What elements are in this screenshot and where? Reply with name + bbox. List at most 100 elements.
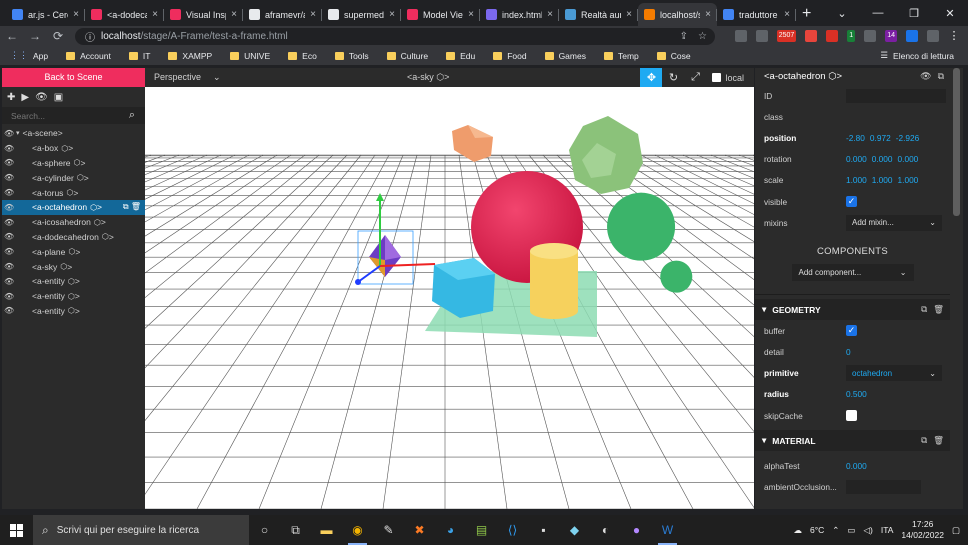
id-input[interactable] (846, 88, 946, 103)
scene-tree-item[interactable]: 👁 <a-torus ⬡ > (2, 185, 145, 200)
bookmark-folder[interactable]: Account (66, 51, 111, 61)
eye-icon[interactable]: 👁 (2, 277, 16, 286)
tab-search-icon[interactable]: ⌄ (824, 0, 860, 26)
scene-tree-item[interactable]: 👁 <a-sphere ⬡ > (2, 156, 145, 171)
browser-tab[interactable]: Visual Inspector × (164, 3, 243, 26)
eye-icon[interactable]: 👁 (2, 144, 16, 153)
scene-tree-item[interactable]: 👁 <a-box ⬡ > (2, 141, 145, 156)
eye-icon[interactable]: 👁 (2, 232, 16, 241)
address-bar[interactable]: ⓘ localhost/stage/A-Frame/test-a-frame.h… (75, 27, 715, 45)
windows-start-icon[interactable] (0, 523, 33, 537)
app-icon[interactable]: ◆ (559, 515, 590, 545)
close-icon[interactable]: × (310, 9, 316, 20)
eye-icon[interactable]: 👁 (2, 306, 16, 315)
forward-arrow-icon[interactable]: → (29, 29, 41, 43)
scene-search-input[interactable]: Search... (11, 111, 45, 121)
scene-tree-item[interactable]: 👁 <a-entity ⬡ > (2, 289, 145, 304)
bookmark-folder[interactable]: Food (493, 51, 527, 61)
vscode-icon[interactable]: ⟨⟩ (497, 515, 528, 545)
browser-tab[interactable]: ar.js - Cerca × (6, 3, 85, 26)
inspector-scrollbar[interactable] (950, 68, 963, 509)
eye-icon[interactable]: 👁 (2, 188, 16, 197)
scale-y[interactable]: 1.000 (872, 175, 893, 185)
language-indicator[interactable]: ITA (881, 525, 894, 535)
chrome-icon[interactable]: ◉ (342, 515, 373, 545)
visible-checkbox[interactable]: ✓ (846, 196, 857, 208)
bookmark-folder[interactable]: Eco (288, 51, 317, 61)
bookmark-apps[interactable]: ⋮⋮ App (10, 50, 48, 61)
position-z[interactable]: -2.926 (896, 133, 920, 143)
rotation-z[interactable]: 0.000 (898, 154, 919, 164)
3d-viewport[interactable]: Perspective ⌄ <a-sky ⬡> ✥ ↻ ⤢ local (145, 68, 754, 509)
eye-icon[interactable]: 👁 (2, 129, 16, 138)
close-icon[interactable]: × (784, 9, 790, 20)
bookmark-folder[interactable]: Temp (603, 51, 639, 61)
radius-value[interactable]: 0.500 (846, 389, 867, 399)
eye-icon[interactable]: 👁 (920, 71, 931, 82)
back-to-scene-button[interactable]: Back to Scene (2, 68, 145, 87)
close-icon[interactable]: × (705, 9, 711, 20)
bookmark-star-icon[interactable]: ☆ (698, 31, 707, 42)
position-y[interactable]: 0.972 (870, 133, 891, 143)
geometry-section-header[interactable]: ▾ GEOMETRY ⧉ 🗑 (755, 299, 950, 321)
restore-icon[interactable]: ❐ (896, 0, 932, 26)
primitive-select[interactable]: octahedron ⌄ (846, 365, 942, 382)
browser-tab[interactable]: Realtà aumentata × (559, 3, 638, 26)
scene-tree-item[interactable]: 👁 <a-entity ⬡ > (2, 274, 145, 289)
material-section-header[interactable]: ▾ MATERIAL ⧉ 🗑 (755, 430, 950, 452)
github-desktop-icon[interactable]: ◐ (590, 515, 621, 545)
share-icon[interactable]: ⇪ (680, 31, 688, 42)
eye-icon[interactable]: 👁 (2, 158, 16, 167)
extension-icon[interactable]: 1 (847, 30, 856, 42)
close-icon[interactable]: ✕ (932, 0, 968, 26)
app2-icon[interactable]: ● (621, 515, 652, 545)
eye-icon[interactable]: 👁 (35, 92, 48, 103)
notepadpp-icon[interactable]: ▤ (466, 515, 497, 545)
extension-icon[interactable]: 14 (885, 30, 897, 42)
kebab-menu-icon[interactable]: ⋮ (948, 30, 960, 42)
detail-value[interactable]: 0 (846, 347, 851, 357)
caret-down-icon[interactable]: ▾ (16, 129, 20, 137)
close-icon[interactable]: × (73, 9, 79, 20)
jetbrains-icon[interactable]: ▪ (528, 515, 559, 545)
close-icon[interactable]: × (626, 9, 632, 20)
rotation-x[interactable]: 0.000 (846, 154, 867, 164)
word-icon[interactable]: W (652, 515, 683, 545)
clock[interactable]: 17:26 14/02/2022 (901, 519, 944, 541)
bookmark-folder[interactable]: Tools (334, 51, 369, 61)
scale-z[interactable]: 1.000 (898, 175, 919, 185)
bookmark-folder[interactable]: Edu (446, 51, 475, 61)
eye-icon[interactable]: 👁 (2, 247, 16, 256)
browser-tab[interactable]: index.html × (480, 3, 559, 26)
rotate-icon[interactable]: ↻ (662, 68, 684, 87)
eye-icon[interactable]: 👁 (2, 292, 16, 301)
add-entity-icon[interactable]: ✚ (7, 92, 15, 103)
close-icon[interactable]: × (152, 9, 158, 20)
extension-icon[interactable]: 2507 (776, 30, 797, 42)
extension-icon[interactable] (927, 30, 939, 42)
add-component-select[interactable]: Add component... ⌄ (791, 264, 914, 282)
trash-icon[interactable]: 🗑 (933, 435, 944, 446)
skipcache-checkbox[interactable] (846, 410, 857, 422)
ao-input[interactable] (846, 480, 921, 495)
file-explorer-icon[interactable]: ▬ (311, 515, 342, 545)
reload-icon[interactable]: ⟳ (52, 29, 64, 43)
browser-tab[interactable]: <a-dodecahedron> × (85, 3, 164, 26)
position-x[interactable]: -2.80 (846, 133, 865, 143)
new-tab-button[interactable]: + (802, 5, 811, 23)
buffer-checkbox[interactable]: ✓ (846, 325, 857, 337)
scene-tree-item[interactable]: 👁 <a-dodecahedron ⬡ > (2, 230, 145, 245)
close-icon[interactable]: × (468, 9, 474, 20)
camera-select[interactable]: Perspective ⌄ (154, 72, 221, 83)
bookmark-folder[interactable]: Culture (386, 51, 428, 61)
bookmark-folder[interactable]: IT (128, 51, 150, 61)
back-arrow-icon[interactable]: ← (6, 29, 18, 43)
extension-icon[interactable] (755, 30, 768, 42)
taskbar-search[interactable]: ⌕ Scrivi qui per eseguire la ricerca (33, 515, 249, 545)
bookmark-folder[interactable]: XAMPP (168, 51, 212, 61)
copy-icon[interactable]: ⧉ (921, 304, 927, 315)
browser-tab[interactable]: localhost/stage × (638, 3, 717, 26)
browser-tab[interactable]: Model Viewer × (401, 3, 480, 26)
xampp-icon[interactable]: ✖ (404, 515, 435, 545)
network-icon[interactable]: ▭ (847, 525, 855, 536)
